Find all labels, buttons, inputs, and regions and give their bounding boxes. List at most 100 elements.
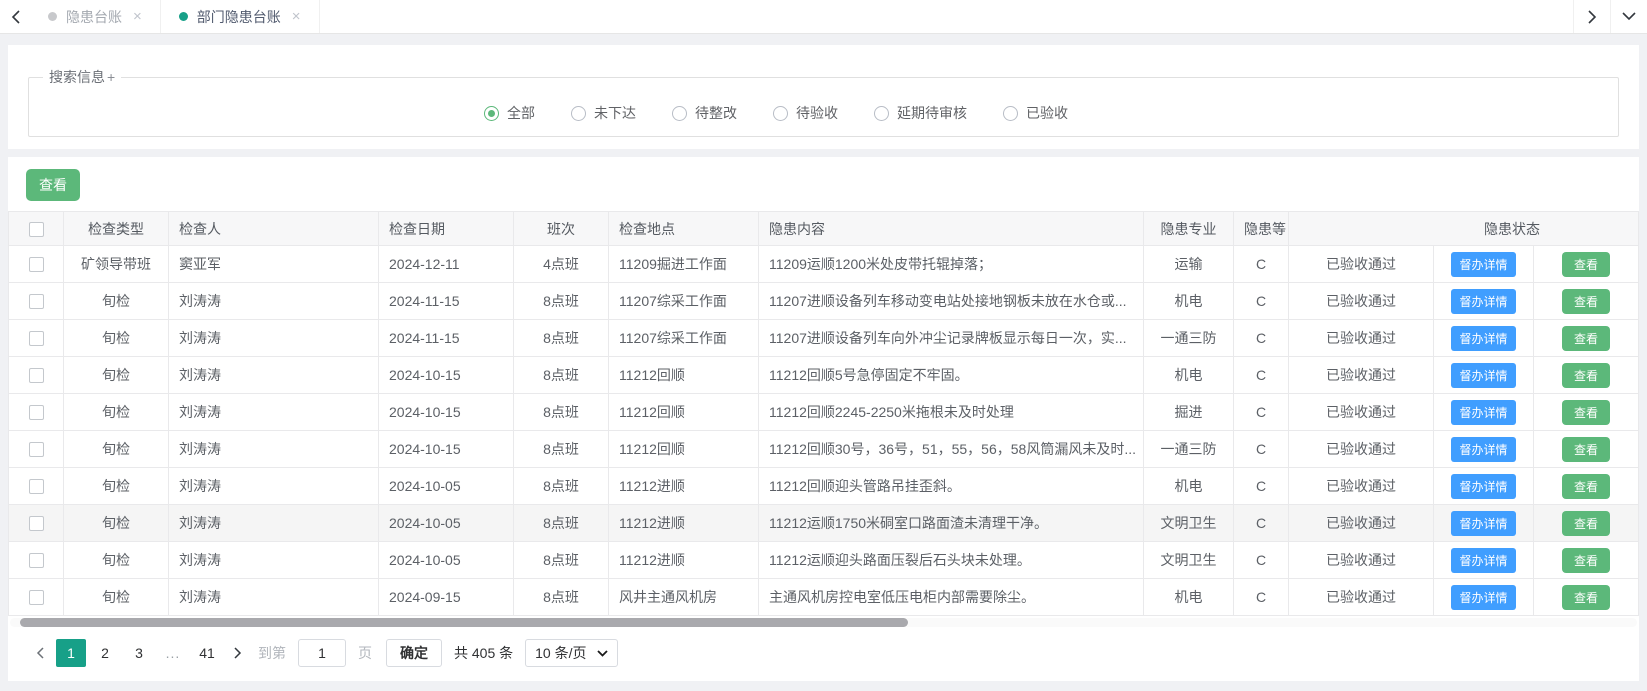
cell-content: 11212回顺2245-2250米拖根未及时处理 [759,394,1144,431]
row-checkbox[interactable] [29,516,44,531]
pagination-ellipsis: ... [158,639,188,667]
cell-status: 已验收通过 [1289,468,1434,505]
view-row-button[interactable]: 查看 [1562,289,1610,314]
cell-shift: 8点班 [514,579,609,616]
cell-location: 11209掘进工作面 [609,246,759,283]
tab-dept-hazard-ledger[interactable]: 部门隐患台账 × [161,0,320,33]
status-filter-radio[interactable]: 全部 [484,103,535,123]
row-checkbox[interactable] [29,368,44,383]
pagination: 123...41 到第 页 确定 共 405 条 10 条/页 [8,627,1639,671]
goto-page-input[interactable] [298,639,346,667]
view-row-button[interactable]: 查看 [1562,326,1610,351]
pagination-page-3[interactable]: 3 [124,639,154,667]
cell-status: 已验收通过 [1289,283,1434,320]
tabs-scroll-right-button[interactable] [1573,0,1610,33]
confirm-button[interactable]: 确定 [386,639,442,667]
chevron-right-icon [234,647,242,659]
tab-label: 部门隐患台账 [197,7,281,27]
table-row: 旬检 刘涛涛 2024-10-05 8点班 11212进顺 11212运顺175… [9,505,1639,542]
pagination-page-2[interactable]: 2 [90,639,120,667]
table-row: 旬检 刘涛涛 2024-10-05 8点班 11212进顺 11212回顺迎头管… [9,468,1639,505]
supervise-detail-button[interactable]: 督办详情 [1451,326,1515,351]
page-size-select[interactable]: 10 条/页 [525,639,617,667]
supervise-detail-button[interactable]: 督办详情 [1451,437,1515,462]
cell-check-type: 旬检 [64,431,169,468]
view-row-button[interactable]: 查看 [1562,548,1610,573]
tabbar-actions [1573,0,1647,33]
view-button[interactable]: 查看 [26,169,80,201]
cell-location: 11207综采工作面 [609,283,759,320]
col-header-check-type: 检查类型 [64,212,169,246]
row-checkbox[interactable] [29,479,44,494]
cell-inspector: 刘涛涛 [169,357,379,394]
view-row-button[interactable]: 查看 [1562,400,1610,425]
view-row-button[interactable]: 查看 [1562,474,1610,499]
row-checkbox[interactable] [29,553,44,568]
pagination-next-button[interactable] [224,639,252,667]
supervise-detail-button[interactable]: 督办详情 [1451,585,1515,610]
row-checkbox[interactable] [29,442,44,457]
cell-location: 11212回顺 [609,431,759,468]
cell-specialty: 机电 [1144,468,1234,505]
col-header-shift: 班次 [514,212,609,246]
cell-content: 11212回顺迎头管路吊挂歪斜。 [759,468,1144,505]
row-checkbox[interactable] [29,405,44,420]
table-row: 旬检 刘涛涛 2024-10-15 8点班 11212回顺 11212回顺5号急… [9,357,1639,394]
col-header-content: 隐患内容 [759,212,1144,246]
supervise-detail-button[interactable]: 督办详情 [1451,474,1515,499]
cell-specialty: 机电 [1144,357,1234,394]
cell-inspector: 刘涛涛 [169,283,379,320]
cell-inspector: 窦亚军 [169,246,379,283]
cell-status: 已验收通过 [1289,394,1434,431]
horizontal-scrollbar-thumb[interactable] [20,618,908,627]
tab-hazard-ledger[interactable]: 隐患台账 × [30,0,161,33]
supervise-detail-button[interactable]: 督办详情 [1451,252,1515,277]
view-row-button[interactable]: 查看 [1562,437,1610,462]
tabs-menu-button[interactable] [1610,0,1647,33]
radio-icon [672,106,687,121]
status-filter-radio[interactable]: 延期待审核 [874,103,967,123]
status-filter-radio[interactable]: 待整改 [672,103,737,123]
row-checkbox[interactable] [29,294,44,309]
tab-bar: 隐患台账 × 部门隐患台账 × [0,0,1647,34]
supervise-detail-button[interactable]: 督办详情 [1451,363,1515,388]
cell-status: 已验收通过 [1289,431,1434,468]
cell-location: 风井主通风机房 [609,579,759,616]
cell-date: 2024-11-15 [379,320,514,357]
pagination-page-1[interactable]: 1 [56,639,86,667]
expand-plus-icon[interactable]: + [107,69,115,85]
select-all-checkbox[interactable] [29,222,44,237]
table-row: 旬检 刘涛涛 2024-11-15 8点班 11207综采工作面 11207进顺… [9,320,1639,357]
tab-status-dot [48,12,57,21]
pagination-prev-button[interactable] [26,639,54,667]
tab-close-icon[interactable]: × [292,9,301,24]
supervise-detail-button[interactable]: 督办详情 [1451,548,1515,573]
status-filter-radio[interactable]: 待验收 [773,103,838,123]
view-row-button[interactable]: 查看 [1562,511,1610,536]
cell-inspector: 刘涛涛 [169,431,379,468]
status-filter-group: 全部 未下达 待整改 待验收 延期待审核 已验收 [29,103,1618,123]
view-row-button[interactable]: 查看 [1562,252,1610,277]
cell-specialty: 机电 [1144,283,1234,320]
tabs-scroll-left-button[interactable] [0,0,30,33]
row-checkbox[interactable] [29,257,44,272]
total-count-label: 共 405 条 [454,643,513,663]
supervise-detail-button[interactable]: 督办详情 [1451,511,1515,536]
supervise-detail-button[interactable]: 督办详情 [1451,289,1515,314]
cell-content: 11212回顺30号，36号，51，55，56，58风筒漏风未及时... [759,431,1144,468]
cell-specialty: 运输 [1144,246,1234,283]
view-row-button[interactable]: 查看 [1562,363,1610,388]
cell-location: 11207综采工作面 [609,320,759,357]
status-filter-radio[interactable]: 已验收 [1003,103,1068,123]
status-filter-radio[interactable]: 未下达 [571,103,636,123]
pagination-page-41[interactable]: 41 [192,639,222,667]
row-checkbox[interactable] [29,590,44,605]
cell-inspector: 刘涛涛 [169,542,379,579]
cell-inspector: 刘涛涛 [169,579,379,616]
cell-status: 已验收通过 [1289,505,1434,542]
row-checkbox[interactable] [29,331,44,346]
supervise-detail-button[interactable]: 督办详情 [1451,400,1515,425]
pagination-pages: 123...41 [54,639,224,667]
tab-close-icon[interactable]: × [133,9,142,24]
view-row-button[interactable]: 查看 [1562,585,1610,610]
